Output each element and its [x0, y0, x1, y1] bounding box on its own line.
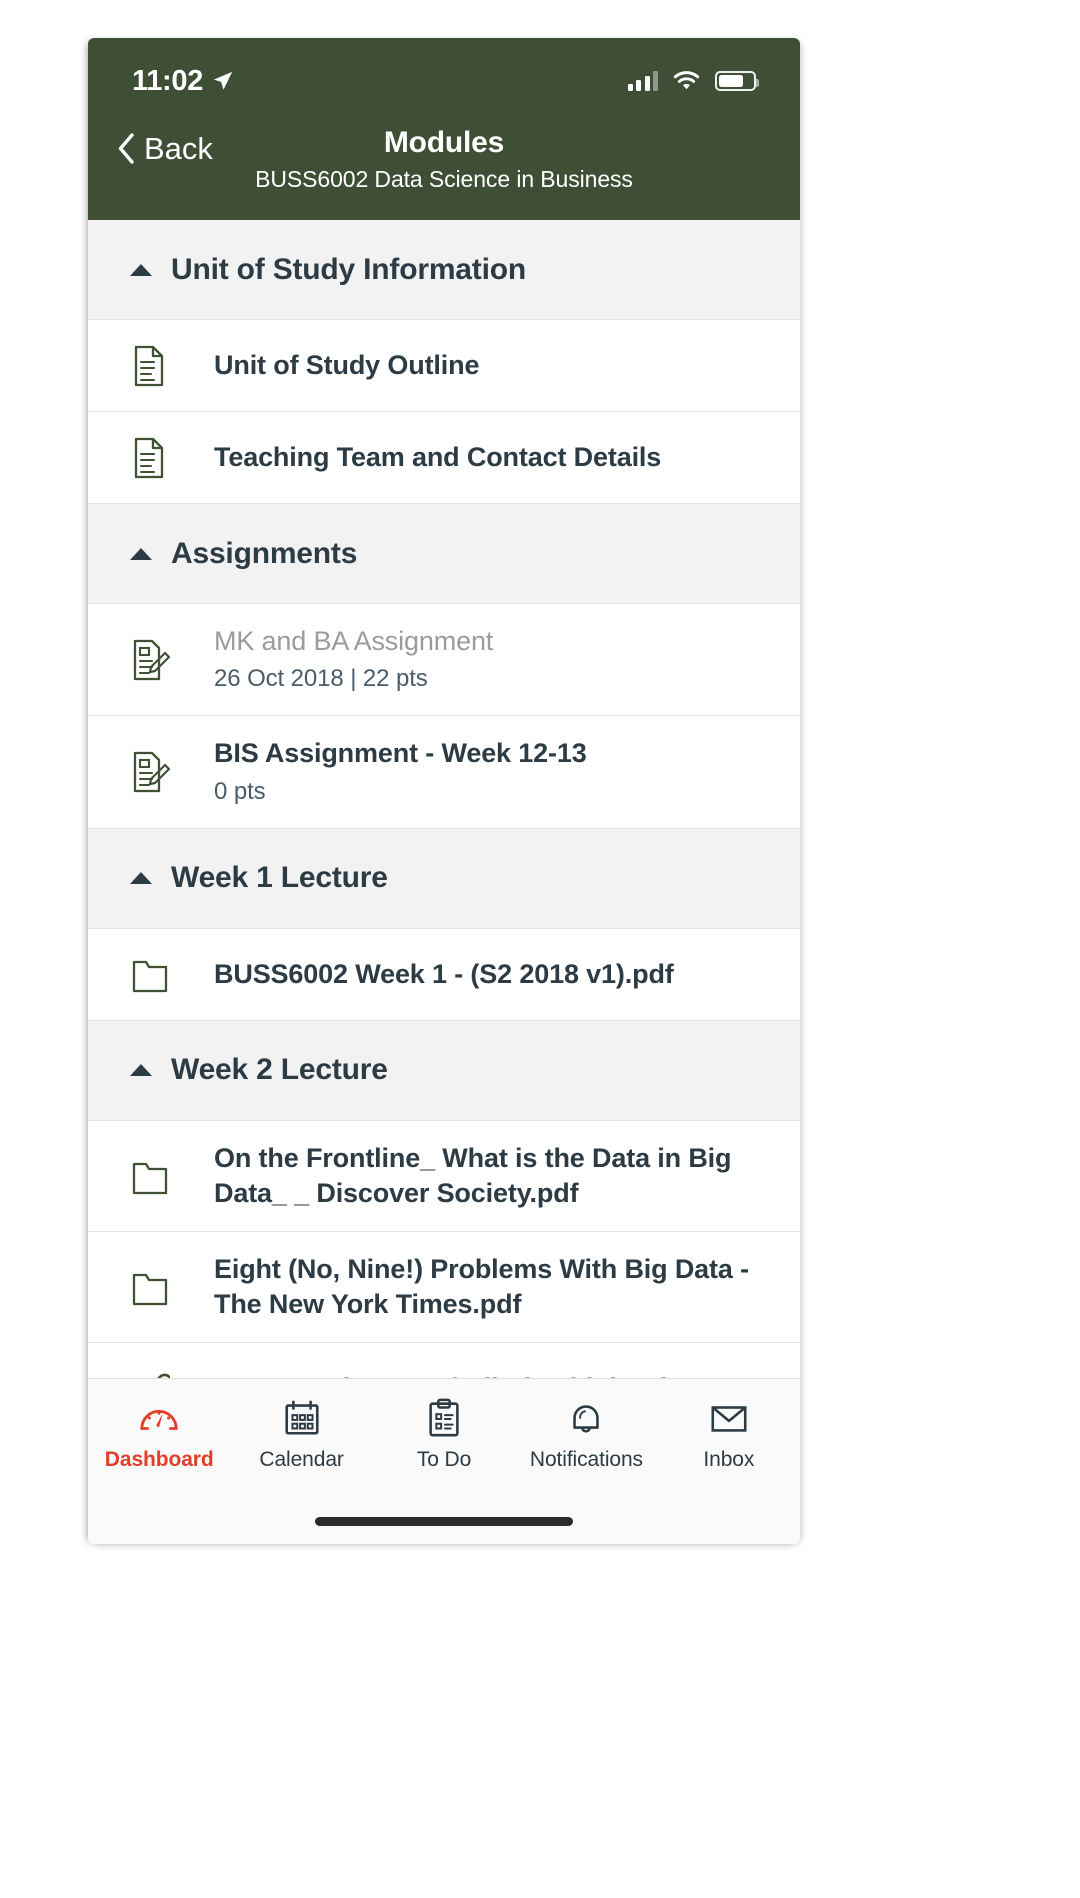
- module-section-header[interactable]: Unit of Study Information: [88, 220, 800, 320]
- module-item-row[interactable]: MK and BA Assignment 26 Oct 2018 | 22 pts: [88, 604, 800, 717]
- module-item-row[interactable]: Eight (No, Nine!) Problems With Big Data…: [88, 1232, 800, 1344]
- envelope-icon: [711, 1406, 747, 1432]
- caret-up-icon: [130, 1064, 152, 1077]
- tab-label: Dashboard: [104, 1448, 214, 1471]
- module-item-icon: [130, 344, 186, 388]
- tab-icon-wrap: [565, 1395, 607, 1441]
- module-section-title: Week 1 Lecture: [171, 861, 388, 895]
- navigation-bar: Back Modules BUSS6002 Data Science in Bu…: [88, 110, 800, 220]
- clipboard-icon: [429, 1398, 459, 1437]
- module-item-row[interactable]: Unit of Study Outline: [88, 320, 800, 412]
- module-item-title: Eight (No, Nine!) Problems With Big Data…: [214, 1254, 749, 1320]
- module-item-body: BIS Assignment - Week 12-13 0 pts: [214, 736, 766, 807]
- bottom-tab-bar: Dashboard Calendar To Do Notifications I…: [88, 1378, 800, 1498]
- home-indicator-area: [88, 1498, 800, 1544]
- dashboard-gauge-icon: [140, 1409, 178, 1430]
- tab-icon-wrap: [281, 1395, 323, 1441]
- caret-up-icon: [130, 872, 152, 885]
- tab-label: Inbox: [703, 1448, 755, 1471]
- phone-screen: 11:02 Back Modules BUSS6002 Data Science…: [88, 38, 800, 1544]
- module-item-icon: [130, 436, 186, 480]
- assignment-icon: [133, 639, 170, 680]
- tab-icon-wrap: [423, 1395, 465, 1441]
- status-bar-left: 11:02: [132, 64, 234, 97]
- module-item-title: MK and BA Assignment: [214, 626, 494, 656]
- module-section-title: Week 2 Lecture: [171, 1053, 388, 1087]
- module-item-title: BIS Assignment - Week 12-13: [214, 738, 587, 769]
- module-item-subtitle: 26 Oct 2018 | 22 pts: [214, 665, 428, 693]
- module-item-icon: [130, 1154, 186, 1198]
- module-item-body: Eight (No, Nine!) Problems With Big Data…: [214, 1252, 766, 1322]
- caret-up-icon: [130, 263, 152, 276]
- module-section-header[interactable]: Assignments: [88, 504, 800, 604]
- module-item-body: On the Frontline_ What is the Data in Bi…: [214, 1141, 766, 1211]
- document-icon: [134, 437, 164, 478]
- location-arrow-icon: [213, 71, 233, 90]
- link-icon: [157, 1373, 170, 1378]
- battery-icon: [715, 71, 759, 91]
- folder-icon: [132, 961, 168, 993]
- tab-label: Notifications: [529, 1448, 643, 1471]
- tab-calendar[interactable]: Calendar: [230, 1395, 372, 1470]
- module-item-body: Unit of Study Outline: [214, 348, 766, 383]
- modules-list[interactable]: Unit of Study Information Unit of Study …: [88, 220, 800, 1378]
- assignment-icon: [133, 752, 170, 793]
- tab-to-do[interactable]: To Do: [373, 1395, 515, 1470]
- module-item-title: BUSS6002 Week 1 - (S2 2018 v1).pdf: [214, 958, 674, 989]
- folder-icon: [132, 1274, 168, 1306]
- module-item-body: MK and BA Assignment 26 Oct 2018 | 22 pts: [214, 624, 766, 695]
- module-item-icon: [130, 1265, 186, 1309]
- module-item-icon: [130, 1367, 186, 1378]
- module-section-header[interactable]: Week 1 Lecture: [88, 828, 800, 929]
- tab-dashboard[interactable]: Dashboard: [88, 1395, 230, 1470]
- page-subtitle: BUSS6002 Data Science in Business: [255, 165, 633, 192]
- tab-inbox[interactable]: Inbox: [658, 1395, 800, 1470]
- bell-icon: [573, 1405, 600, 1433]
- page-title: Modules: [383, 126, 505, 159]
- tab-notifications[interactable]: Notifications: [515, 1395, 657, 1470]
- module-section-title: Unit of Study Information: [171, 252, 526, 286]
- module-section-header[interactable]: Week 2 Lecture: [88, 1020, 800, 1121]
- module-item-title: On the Frontline_ What is the Data in Bi…: [214, 1142, 732, 1209]
- nav-title-block: Modules BUSS6002 Data Science in Busines…: [88, 126, 800, 194]
- calendar-icon: [285, 1400, 319, 1435]
- module-item-icon: [130, 750, 186, 794]
- module-item-title: Unit of Study Outline: [214, 349, 480, 380]
- tab-label: To Do: [416, 1448, 472, 1471]
- tab-label: Calendar: [259, 1448, 344, 1471]
- screenshot-root: 11:02 Back Modules BUSS6002 Data Science…: [0, 0, 1080, 1898]
- folder-icon: [132, 1162, 168, 1195]
- module-item-icon: [130, 952, 186, 996]
- status-bar: 11:02: [88, 38, 800, 110]
- caret-up-icon: [130, 547, 152, 560]
- document-icon: [134, 345, 164, 386]
- module-item-subtitle: 0 pts: [214, 777, 266, 805]
- module-item-row[interactable]: BUSS6002 Week 1 - (S2 2018 v1).pdf: [88, 928, 800, 1021]
- module-item-title: WATCH: The Era of Blind Faith in Big Dat…: [214, 1371, 766, 1378]
- module-item-row[interactable]: Teaching Team and Contact Details: [88, 412, 800, 504]
- module-section-title: Assignments: [171, 536, 358, 570]
- module-item-row[interactable]: WATCH: The Era of Blind Faith in Big Dat…: [88, 1343, 800, 1378]
- module-item-body: Teaching Team and Contact Details: [214, 440, 766, 475]
- wifi-icon: [673, 71, 700, 90]
- status-bar-time: 11:02: [132, 64, 204, 97]
- module-item-body: BUSS6002 Week 1 - (S2 2018 v1).pdf: [214, 957, 766, 992]
- home-indicator[interactable]: [315, 1516, 573, 1526]
- tab-icon-wrap: [138, 1395, 180, 1441]
- module-item-row[interactable]: On the Frontline_ What is the Data in Bi…: [88, 1120, 800, 1233]
- module-item-body: WATCH: The Era of Blind Faith in Big Dat…: [214, 1371, 766, 1378]
- module-item-title: Teaching Team and Contact Details: [214, 441, 662, 472]
- tab-icon-wrap: [708, 1395, 750, 1441]
- status-bar-right: [627, 71, 759, 91]
- module-item-icon: [130, 638, 186, 682]
- module-item-row[interactable]: BIS Assignment - Week 12-13 0 pts: [88, 716, 800, 829]
- cellular-signal-icon: [627, 71, 658, 91]
